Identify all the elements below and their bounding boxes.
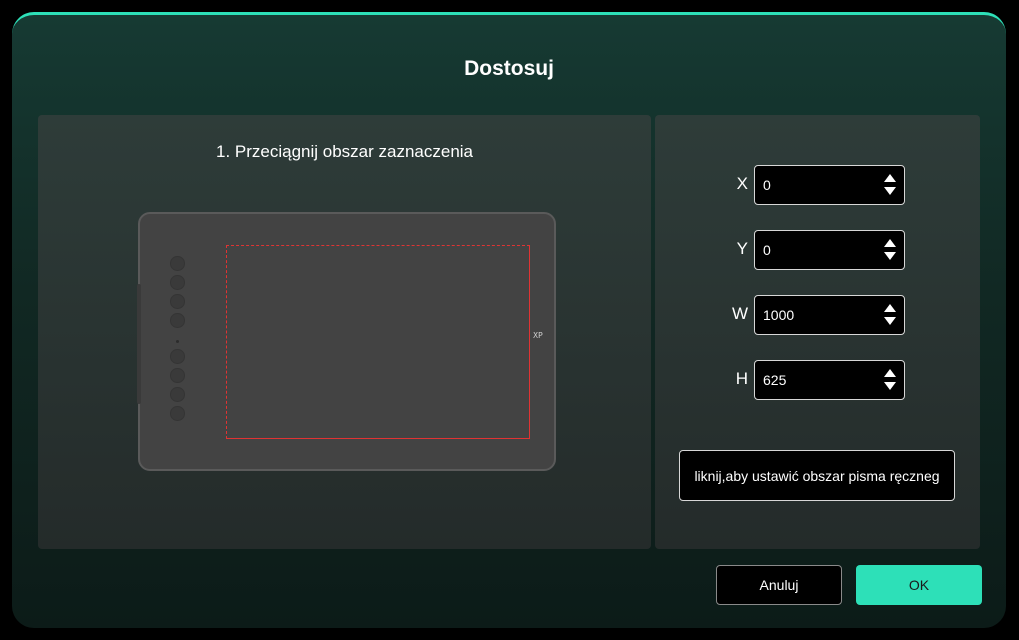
express-key-6 <box>170 368 185 383</box>
active-area-edge <box>228 247 530 439</box>
cancel-button[interactable]: Anuluj <box>716 565 842 605</box>
express-key-8 <box>170 406 185 421</box>
y-field[interactable] <box>754 230 905 270</box>
increment-arrow-icon[interactable] <box>884 369 896 377</box>
ok-button[interactable]: OK <box>856 565 982 605</box>
w-input[interactable] <box>763 307 873 323</box>
express-key-3 <box>170 294 185 309</box>
tablet-logo: XP <box>533 331 543 340</box>
y-label: Y <box>736 239 748 258</box>
express-key-1 <box>170 256 185 271</box>
w-field-row: W <box>655 295 980 335</box>
active-area-selection[interactable] <box>226 245 530 439</box>
key-divider-dot <box>176 340 179 343</box>
decrement-arrow-icon[interactable] <box>884 317 896 325</box>
increment-arrow-icon[interactable] <box>884 239 896 247</box>
tablet-illustration: XP <box>137 212 556 471</box>
y-input[interactable] <box>763 242 873 258</box>
express-key-2 <box>170 275 185 290</box>
decrement-arrow-icon[interactable] <box>884 252 896 260</box>
w-field[interactable] <box>754 295 905 335</box>
y-field-row: Y <box>655 230 980 270</box>
x-field[interactable] <box>754 165 905 205</box>
x-input[interactable] <box>763 177 873 193</box>
express-key-5 <box>170 349 185 364</box>
h-field-row: H <box>655 360 980 400</box>
w-label: W <box>731 304 748 323</box>
dialog-title: Dostosuj <box>464 57 554 80</box>
decrement-arrow-icon[interactable] <box>884 382 896 390</box>
x-field-row: X <box>655 165 980 205</box>
express-key-4 <box>170 313 185 328</box>
h-stepper[interactable] <box>884 368 896 392</box>
w-stepper[interactable] <box>884 303 896 327</box>
y-stepper[interactable] <box>884 238 896 262</box>
increment-arrow-icon[interactable] <box>884 304 896 312</box>
coordinates-panel: X Y W <box>655 115 980 549</box>
set-handwriting-area-button[interactable]: liknij,aby ustawić obszar pisma ręczneg <box>679 450 955 501</box>
increment-arrow-icon[interactable] <box>884 174 896 182</box>
x-label: X <box>736 174 748 193</box>
decrement-arrow-icon[interactable] <box>884 187 896 195</box>
instruction-text: 1. Przeciągnij obszar zaznaczenia <box>215 142 474 161</box>
h-field[interactable] <box>754 360 905 400</box>
h-label: H <box>735 369 748 388</box>
express-key-7 <box>170 387 185 402</box>
tablet-side-edge <box>137 284 141 404</box>
h-input[interactable] <box>763 372 873 388</box>
x-stepper[interactable] <box>884 173 896 197</box>
area-preview-panel: 1. Przeciągnij obszar zaznaczenia XP <box>38 115 651 549</box>
customize-dialog: Dostosuj 1. Przeciągnij obszar zaznaczen… <box>12 12 1006 628</box>
